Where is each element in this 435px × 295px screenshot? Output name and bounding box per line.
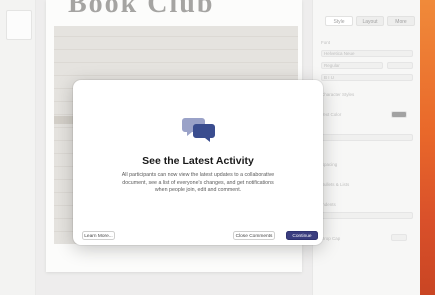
app-window: Book Club Style Layout More Font Helveti… [0,0,435,295]
dialog-body: All participants can now view the latest… [121,172,275,193]
activity-dialog: See the Latest Activity All participants… [73,80,323,245]
speech-bubbles-icon [182,118,215,142]
dialog-title: See the Latest Activity [142,155,254,167]
continue-button[interactable]: Continue [286,231,318,240]
desktop-wallpaper [420,0,435,295]
close-comments-button[interactable]: Close Comments [233,231,275,240]
learn-more-button[interactable]: Learn More... [82,231,115,240]
